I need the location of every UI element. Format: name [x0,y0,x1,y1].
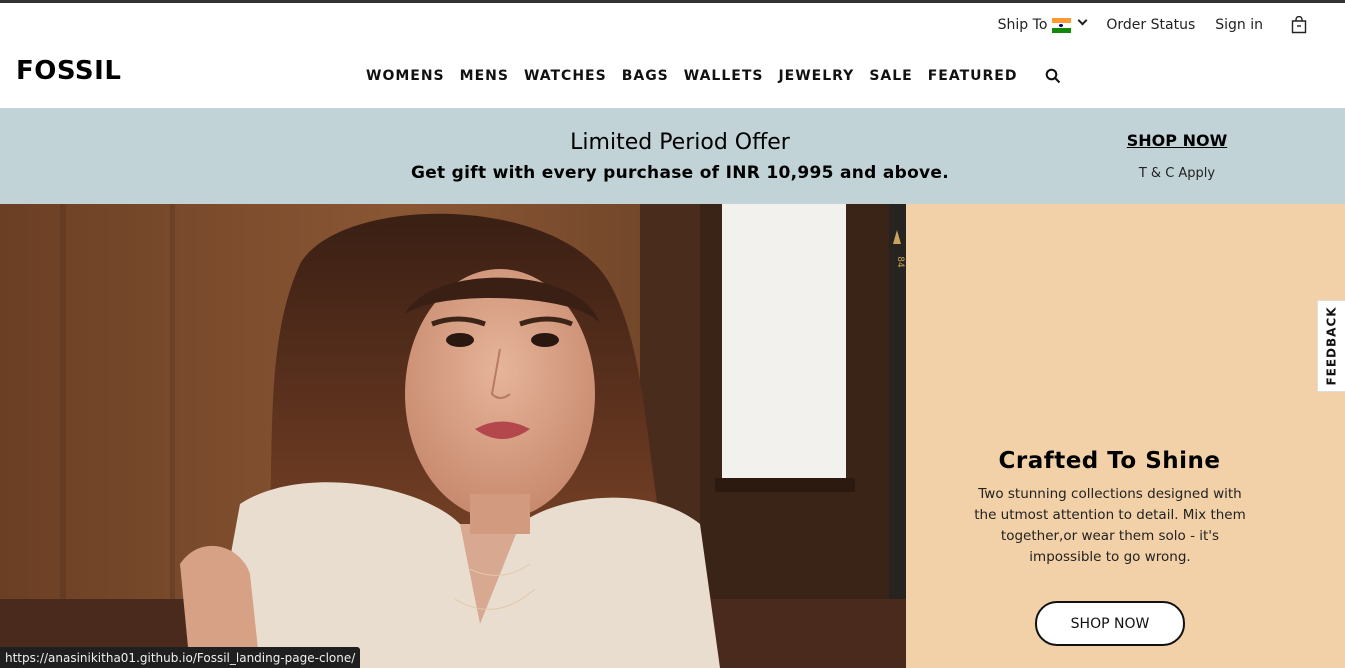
nav-item-bags[interactable]: BAGS [622,68,669,84]
promo-terms: T & C Apply [1138,166,1216,181]
order-status-label: Order Status [1106,17,1196,33]
film-marker-label: 84 [895,256,905,268]
hero-shop-now-button[interactable]: SHOP NOW [1035,601,1185,646]
hero-title: Crafted To Shine [998,448,1221,474]
brand-logo[interactable]: FOSSIL [16,56,121,86]
sign-in-link[interactable]: Sign in [1215,17,1263,33]
nav-item-watches[interactable]: WATCHES [524,68,607,84]
main-nav: WOMENS MENS WATCHES BAGS WALLETS JEWELRY… [366,66,1061,86]
top-rule [0,0,1345,3]
hero-description: Two stunning collections designed with t… [974,486,1246,565]
nav-item-featured[interactable]: FEATURED [928,68,1018,84]
utility-bar: Ship To Order Status Sign in [998,10,1307,40]
hero-photo-illustration: 84 [0,204,906,668]
feedback-tab[interactable]: FEEDBACK [1317,300,1345,392]
order-status-link[interactable]: Order Status [1106,17,1195,33]
india-flag-icon [1052,17,1072,33]
promo-shop-now-link[interactable]: SHOP NOW [1100,131,1254,150]
hero-image: 84 [0,204,906,668]
nav-item-mens[interactable]: MENS [460,68,509,84]
promo-banner: Limited Period Offer Get gift with every… [0,108,1345,204]
nav-item-jewelry[interactable]: JEWELRY [778,68,854,84]
cart-button[interactable] [1283,16,1307,34]
ship-to-selector[interactable]: Ship To [997,15,1088,33]
nav-item-womens[interactable]: WOMENS [366,68,445,84]
sign-in-label: Sign in [1215,17,1263,33]
shopping-bag-icon [1291,16,1307,34]
browser-status-url: https://anasinikitha01.github.io/Fossil_… [0,647,361,668]
nav-item-sale[interactable]: SALE [869,68,912,84]
chevron-down-icon [1077,15,1088,25]
search-icon[interactable] [1045,68,1061,84]
ship-to-label: Ship To [997,17,1048,33]
hero-promo-panel: Crafted To Shine Two stunning collection… [906,204,1345,668]
feedback-label: FEEDBACK [1324,306,1339,386]
nav-item-wallets[interactable]: WALLETS [684,68,764,84]
